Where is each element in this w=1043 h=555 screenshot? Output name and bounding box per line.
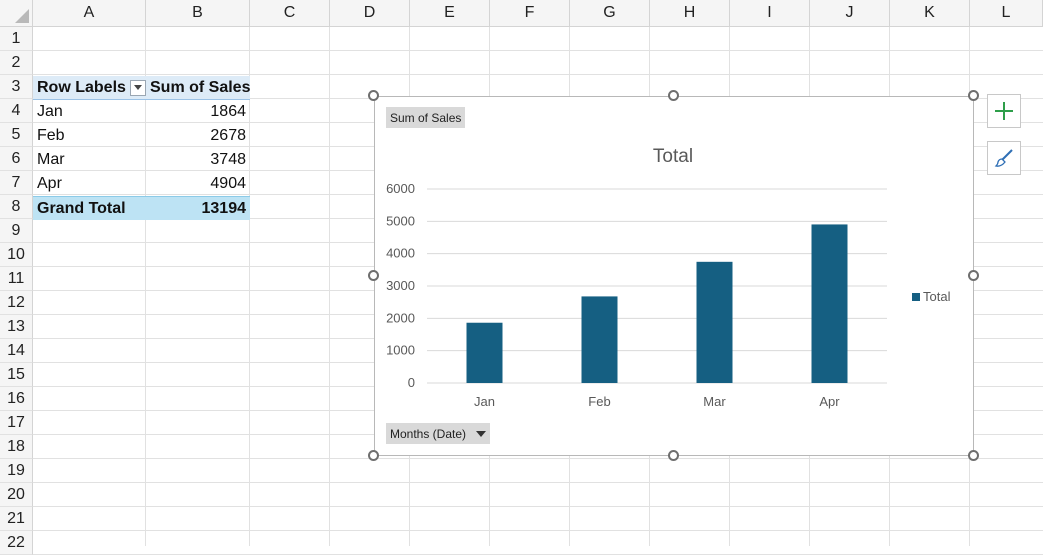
spreadsheet-grid: ABCDEFGHIJKL 1 2 3 4 5 6 7 8 9 10 11 12 13 14 15 16 17 18… [0, 0, 1043, 555]
column-header-j[interactable]: J [810, 0, 890, 27]
row-header-1[interactable]: 1 [0, 27, 33, 51]
chart-styles-button[interactable] [987, 141, 1021, 175]
column-header-g[interactable]: G [570, 0, 650, 27]
axis-field-label: Months (Date) [390, 426, 467, 441]
bar-feb[interactable] [581, 296, 618, 383]
y-tick-label: 2000 [386, 310, 415, 325]
row-labels-text: Row Labels [37, 78, 126, 96]
bar-jan[interactable] [466, 322, 503, 383]
x-tick-label: Apr [819, 394, 840, 409]
column-header-f[interactable]: F [490, 0, 570, 27]
pivot-row-label[interactable]: Feb [33, 124, 146, 148]
gridline-horizontal [33, 482, 1043, 483]
bar-mar[interactable] [696, 261, 733, 383]
row-header-7[interactable]: 7 [0, 171, 33, 195]
pivot-row-value[interactable]: 1864 [146, 100, 250, 124]
column-header-c[interactable]: C [250, 0, 330, 27]
row-header-22[interactable]: 22 [0, 531, 33, 555]
pivot-header-sum-of-sales[interactable]: Sum of Sales [146, 76, 250, 100]
pivot-row-value[interactable]: 3748 [146, 148, 250, 172]
chart-title[interactable]: Total [653, 146, 693, 167]
gridline-horizontal [33, 458, 1043, 459]
row-header-10[interactable]: 10 [0, 243, 33, 267]
x-tick-label: Jan [474, 394, 495, 409]
gridline-horizontal [33, 50, 1043, 51]
y-tick-label: 5000 [386, 213, 415, 228]
resize-handle-top[interactable] [668, 90, 679, 101]
pivot-chart[interactable]: Sum of Sales Total 0 1000 2000 3000 4000 5000… [374, 96, 974, 456]
pivot-row-value[interactable]: 2678 [146, 124, 250, 148]
chart-elements-button[interactable] [987, 94, 1021, 128]
gridline-horizontal [33, 74, 1043, 75]
row-header-8[interactable]: 8 [0, 195, 33, 219]
column-header-l[interactable]: L [970, 0, 1043, 27]
y-tick-label: 4000 [386, 246, 415, 261]
x-tick-label: Feb [588, 394, 610, 409]
plus-icon [995, 102, 1013, 120]
chevron-down-icon [476, 430, 487, 437]
pivot-header-row-labels[interactable]: Row Labels [33, 76, 146, 100]
column-header-a[interactable]: A [33, 0, 146, 27]
column-header-b[interactable]: B [146, 0, 250, 27]
row-header-14[interactable]: 14 [0, 339, 33, 363]
resize-handle-top-left[interactable] [368, 90, 379, 101]
row-labels-filter-dropdown[interactable] [129, 79, 146, 96]
select-all-corner[interactable] [0, 0, 33, 27]
resize-handle-left[interactable] [368, 270, 379, 281]
row-header-21[interactable]: 21 [0, 507, 33, 531]
column-header-h[interactable]: H [650, 0, 730, 27]
row-header-3[interactable]: 3 [0, 75, 33, 99]
resize-handle-top-right[interactable] [968, 90, 979, 101]
row-header-2[interactable]: 2 [0, 51, 33, 75]
pivot-grand-total-label[interactable]: Grand Total [33, 196, 146, 220]
pivot-row-value[interactable]: 4904 [146, 172, 250, 196]
gridline-horizontal [33, 506, 1043, 507]
row-header-15[interactable]: 15 [0, 363, 33, 387]
bar-apr[interactable] [811, 224, 848, 383]
select-all-triangle-icon [15, 9, 29, 23]
resize-handle-right[interactable] [968, 270, 979, 281]
legend-label[interactable]: Total [923, 289, 951, 304]
y-tick-label: 6000 [386, 181, 415, 196]
row-header-13[interactable]: 13 [0, 315, 33, 339]
row-header-16[interactable]: 16 [0, 387, 33, 411]
x-tick-label: Mar [703, 394, 726, 409]
pivot-grand-total-value[interactable]: 13194 [146, 196, 250, 220]
row-header-9[interactable]: 9 [0, 219, 33, 243]
row-header-6[interactable]: 6 [0, 147, 33, 171]
column-header-d[interactable]: D [330, 0, 410, 27]
pivot-row-label[interactable]: Mar [33, 148, 146, 172]
row-header-4[interactable]: 4 [0, 99, 33, 123]
pivot-row-label[interactable]: Jan [33, 100, 146, 124]
y-tick-label: 0 [408, 375, 415, 390]
resize-handle-bottom[interactable] [668, 450, 679, 461]
brush-icon [994, 149, 1013, 167]
y-tick-label: 1000 [386, 343, 415, 358]
row-header-19[interactable]: 19 [0, 459, 33, 483]
legend-swatch [912, 293, 920, 301]
gridline-vertical [329, 27, 330, 546]
chart-plot: Total 0 1000 2000 3000 4000 5000 6000 Jan Feb Mar… [386, 146, 951, 409]
column-header-i[interactable]: I [730, 0, 810, 27]
sum-of-sales-text: Sum of Sales [150, 78, 250, 96]
gridline-horizontal [33, 530, 1043, 531]
row-header-18[interactable]: 18 [0, 435, 33, 459]
axis-field-button[interactable]: Months (Date) [386, 423, 491, 444]
resize-handle-bottom-right[interactable] [968, 450, 979, 461]
column-header-k[interactable]: K [890, 0, 970, 27]
column-header-e[interactable]: E [410, 0, 490, 27]
resize-handle-bottom-left[interactable] [368, 450, 379, 461]
y-tick-label: 3000 [386, 278, 415, 293]
row-header-20[interactable]: 20 [0, 483, 33, 507]
chevron-down-icon [133, 85, 142, 90]
row-header-11[interactable]: 11 [0, 267, 33, 291]
row-header-5[interactable]: 5 [0, 123, 33, 147]
pivot-row-label[interactable]: Apr [33, 172, 146, 196]
row-header-12[interactable]: 12 [0, 291, 33, 315]
row-header-17[interactable]: 17 [0, 411, 33, 435]
